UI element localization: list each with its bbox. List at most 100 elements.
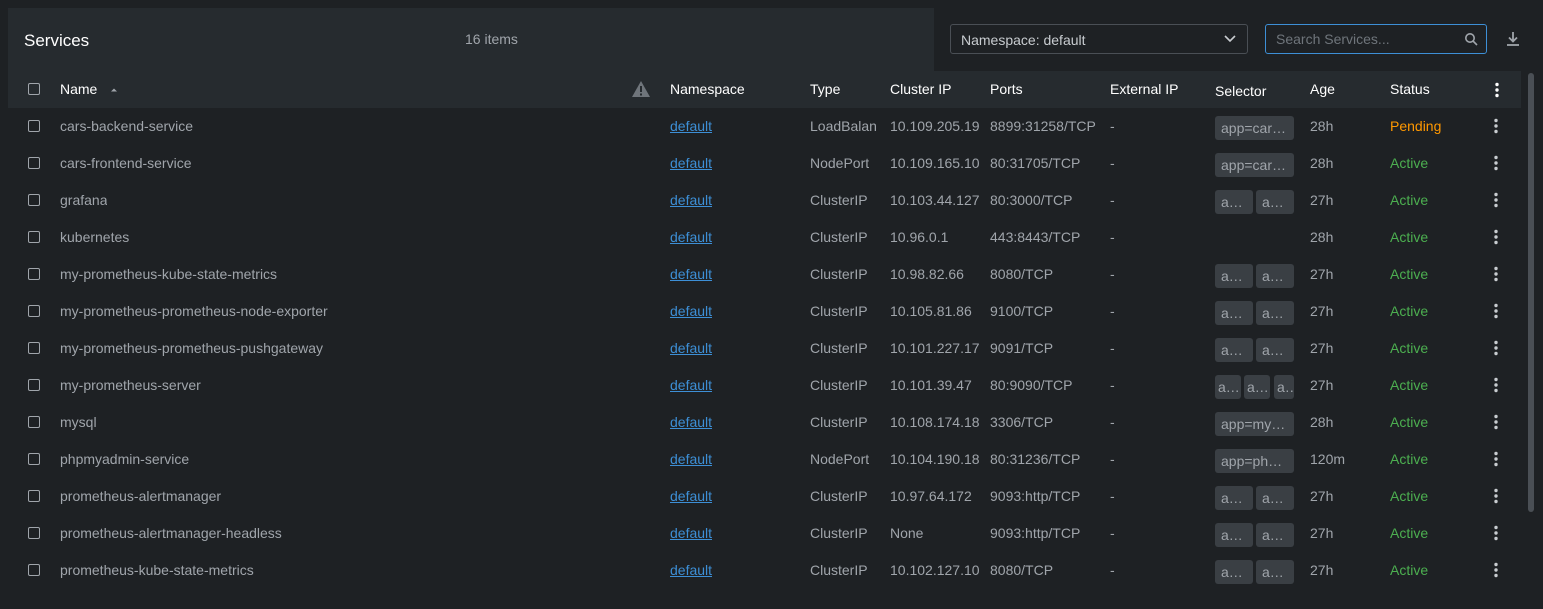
row-menu-icon[interactable] [1493, 118, 1499, 134]
selector-chip[interactable]: a… [1256, 264, 1294, 288]
table-row[interactable]: my-prometheus-prometheus-pushgateway defa… [8, 330, 1521, 367]
row-checkbox[interactable] [28, 268, 40, 280]
selector-chip[interactable]: app=my… [1215, 412, 1294, 436]
column-header-type[interactable]: Type [810, 81, 840, 97]
table-row[interactable]: kubernetes default ClusterIP 10.96.0.1 443:8… [8, 219, 1521, 256]
row-checkbox[interactable] [28, 194, 40, 206]
row-menu-icon[interactable] [1493, 303, 1499, 319]
selector-chip[interactable]: a… [1215, 338, 1253, 362]
column-header-selector[interactable]: Selector [1215, 83, 1266, 99]
row-checkbox[interactable] [28, 120, 40, 132]
selector-chip[interactable]: a… [1215, 264, 1253, 288]
table-row[interactable]: cars-frontend-service default NodePort 10.1… [8, 145, 1521, 182]
select-all-checkbox[interactable] [28, 83, 40, 95]
column-header-namespace[interactable]: Namespace [670, 81, 745, 97]
chevron-down-icon [1224, 35, 1236, 43]
namespace-link[interactable]: default [670, 488, 712, 504]
selector-chip[interactable]: a… [1215, 375, 1241, 399]
row-menu-icon[interactable] [1493, 155, 1499, 171]
table-row[interactable]: mysql default ClusterIP 10.108.174.18 3306/T… [8, 404, 1521, 441]
selector-chip[interactable]: a… [1244, 375, 1270, 399]
service-age: 28h [1310, 118, 1334, 134]
selector-chip[interactable]: a… [1256, 190, 1294, 214]
row-menu-icon[interactable] [1493, 414, 1499, 430]
row-checkbox[interactable] [28, 379, 40, 391]
selector-chip[interactable]: app=ph… [1215, 449, 1294, 473]
column-header-status[interactable]: Status [1390, 81, 1430, 97]
column-header-name[interactable]: Name [60, 81, 119, 97]
selector-chip[interactable]: a… [1256, 486, 1294, 510]
namespace-link[interactable]: default [670, 340, 712, 356]
table-row[interactable]: prometheus-alertmanager default ClusterIP 1… [8, 478, 1521, 515]
status-badge: Active [1390, 340, 1429, 356]
cluster-ip: 10.102.127.10 [890, 562, 980, 578]
table-row[interactable]: grafana default ClusterIP 10.103.44.127 80:3… [8, 182, 1521, 219]
namespace-link[interactable]: default [670, 562, 712, 578]
table-row[interactable]: my-prometheus-prometheus-node-exporter de… [8, 293, 1521, 330]
namespace-link[interactable]: default [670, 303, 712, 319]
namespace-link[interactable]: default [670, 414, 712, 430]
row-menu-icon[interactable] [1493, 229, 1499, 245]
row-checkbox[interactable] [28, 305, 40, 317]
namespace-link[interactable]: default [670, 266, 712, 282]
service-type: ClusterIP [810, 377, 868, 393]
selector-chip[interactable]: a… [1215, 301, 1253, 325]
namespace-link[interactable]: default [670, 229, 712, 245]
row-checkbox[interactable] [28, 527, 40, 539]
row-menu-icon[interactable] [1493, 525, 1499, 541]
namespace-link[interactable]: default [670, 155, 712, 171]
row-menu-icon[interactable] [1493, 451, 1499, 467]
table-row[interactable]: prometheus-kube-state-metrics default Clus… [8, 552, 1521, 589]
namespace-link[interactable]: default [670, 525, 712, 541]
selector-chip[interactable]: app=car… [1215, 116, 1294, 140]
selector-chip[interactable]: ap… [1256, 560, 1294, 584]
row-checkbox[interactable] [28, 453, 40, 465]
row-menu-icon[interactable] [1493, 562, 1499, 578]
table-row[interactable]: my-prometheus-kube-state-metrics default C… [8, 256, 1521, 293]
namespace-link[interactable]: default [670, 451, 712, 467]
column-header-ports[interactable]: Ports [990, 81, 1023, 97]
selector-chip[interactable]: app=car… [1215, 153, 1294, 177]
selector-chip[interactable]: a… [1274, 375, 1294, 399]
search-icon[interactable] [1464, 32, 1478, 46]
selector-chip[interactable]: ap… [1215, 486, 1253, 510]
selector-chip[interactable]: ap… [1256, 301, 1294, 325]
table-row[interactable]: cars-backend-service default LoadBalan 10.1… [8, 108, 1521, 145]
namespace-link[interactable]: default [670, 377, 712, 393]
warning-icon[interactable] [631, 80, 651, 98]
scrollbar-thumb[interactable] [1528, 73, 1534, 512]
selector-chip[interactable]: ap… [1215, 523, 1253, 547]
selector-chip[interactable]: a… [1215, 560, 1253, 584]
column-menu-icon[interactable] [1494, 82, 1500, 98]
search-input[interactable] [1266, 25, 1456, 53]
table-row[interactable]: my-prometheus-server default ClusterIP 10.1… [8, 367, 1521, 404]
status-badge: Active [1390, 303, 1429, 319]
selector-chip[interactable]: ap… [1256, 338, 1294, 362]
row-checkbox[interactable] [28, 564, 40, 576]
row-menu-icon[interactable] [1493, 340, 1499, 356]
selector-chip[interactable]: a… [1256, 523, 1294, 547]
search-box[interactable] [1265, 24, 1487, 54]
table-row[interactable]: phpmyadmin-service default NodePort 10.104.… [8, 441, 1521, 478]
table-row[interactable]: prometheus-alertmanager-headless default C… [8, 515, 1521, 552]
namespace-select[interactable]: Namespace: default [950, 24, 1248, 54]
column-header-age[interactable]: Age [1310, 81, 1335, 97]
row-checkbox[interactable] [28, 231, 40, 243]
column-header-cluster-ip[interactable]: Cluster IP [890, 81, 951, 97]
service-type: NodePort [810, 451, 870, 467]
row-menu-icon[interactable] [1493, 266, 1499, 282]
row-menu-icon[interactable] [1493, 377, 1499, 393]
status-badge: Active [1390, 488, 1429, 504]
namespace-link[interactable]: default [670, 118, 712, 134]
column-header-external-ip[interactable]: External IP [1110, 81, 1178, 97]
namespace-link[interactable]: default [670, 192, 712, 208]
row-checkbox[interactable] [28, 490, 40, 502]
row-checkbox[interactable] [28, 342, 40, 354]
row-menu-icon[interactable] [1493, 488, 1499, 504]
row-checkbox[interactable] [28, 157, 40, 169]
download-icon[interactable] [1504, 30, 1522, 48]
selector-chip[interactable]: ap… [1215, 190, 1253, 214]
row-checkbox[interactable] [28, 416, 40, 428]
status-badge: Active [1390, 414, 1429, 430]
row-menu-icon[interactable] [1493, 192, 1499, 208]
